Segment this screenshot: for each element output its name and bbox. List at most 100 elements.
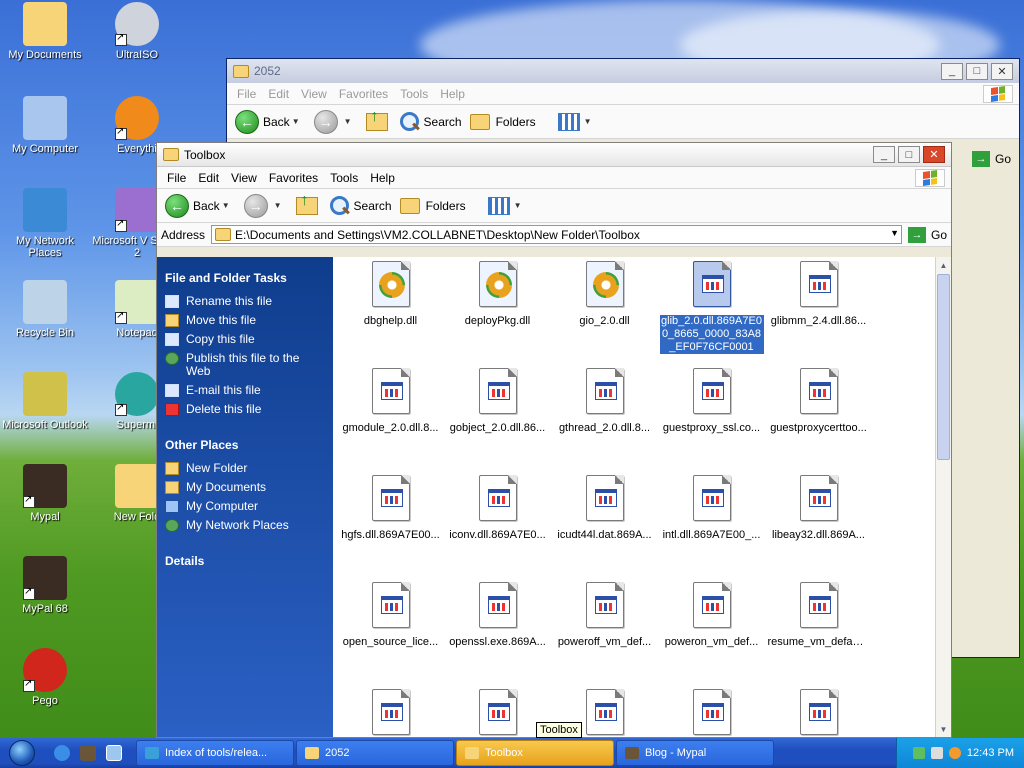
menu-help[interactable]: Help <box>364 171 401 185</box>
other-places-heading[interactable]: Other Places <box>165 438 325 452</box>
desktop-icon[interactable]: Microsoft Outlook <box>0 372 90 431</box>
desktop-icon[interactable]: MyPal 68 <box>0 556 90 615</box>
task-publish[interactable]: Publish this file to the Web <box>165 352 325 378</box>
file-item[interactable] <box>337 689 444 737</box>
desktop-icon[interactable]: Recycle Bin <box>0 280 90 339</box>
go-button[interactable]: → Go <box>971 151 1011 167</box>
file-item[interactable]: iconv.dll.869A7E0... <box>444 475 551 582</box>
file-item[interactable]: gio_2.0.dll <box>551 261 658 368</box>
file-item[interactable]: gmodule_2.0.dll.8... <box>337 368 444 475</box>
task-email[interactable]: E-mail this file <box>165 384 325 397</box>
file-item[interactable]: intl.dll.869A7E00_... <box>658 475 765 582</box>
file-item[interactable] <box>658 689 765 737</box>
tool-tray-icon[interactable] <box>930 747 943 759</box>
file-item[interactable]: open_source_lice... <box>337 582 444 689</box>
close-button[interactable]: ✕ <box>923 146 945 163</box>
desktop-icon[interactable]: UltraISO <box>92 2 182 61</box>
file-item[interactable]: poweron_vm_def... <box>658 582 765 689</box>
taskbar-button[interactable]: Blog - Mypal <box>616 740 774 766</box>
maximize-button[interactable]: □ <box>966 62 988 80</box>
up-folder-icon[interactable] <box>295 192 318 215</box>
taskbar-button[interactable]: 2052 <box>296 740 454 766</box>
views-icon[interactable] <box>487 196 510 215</box>
address-input[interactable]: E:\Documents and Settings\VM2.COLLABNET\… <box>211 225 902 244</box>
chevron-down-icon[interactable]: ▼ <box>890 228 899 238</box>
close-button[interactable]: ✕ <box>991 62 1013 80</box>
desktop-icon[interactable]: Pego <box>0 648 90 707</box>
menu-view[interactable]: View <box>225 171 263 185</box>
menu-edit[interactable]: Edit <box>262 87 295 101</box>
internet-explorer-icon[interactable] <box>54 745 70 761</box>
vertical-scrollbar[interactable]: ▲ ▼ <box>935 257 951 737</box>
menu-file[interactable]: File <box>231 87 262 101</box>
window-titlebar[interactable]: 2052 _ □ ✕ <box>227 59 1019 83</box>
show-desktop-icon[interactable] <box>106 745 122 761</box>
file-folder-tasks-heading[interactable]: File and Folder Tasks <box>165 271 325 285</box>
mypal-icon[interactable] <box>80 745 96 761</box>
task-move[interactable]: Move this file <box>165 314 325 327</box>
scroll-thumb[interactable] <box>937 274 950 460</box>
window-titlebar[interactable]: Toolbox _ □ ✕ <box>157 143 951 167</box>
file-item[interactable]: icudt44l.dat.869A... <box>551 475 658 582</box>
minimize-button[interactable]: _ <box>941 62 963 80</box>
task-delete[interactable]: Delete this file <box>165 403 325 416</box>
file-item[interactable] <box>444 689 551 737</box>
back-button[interactable]: ← Back ▼ <box>165 193 236 218</box>
file-item[interactable]: gobject_2.0.dll.86... <box>444 368 551 475</box>
place-network-places[interactable]: My Network Places <box>165 519 325 532</box>
scroll-down-icon[interactable]: ▼ <box>936 721 951 737</box>
menu-help[interactable]: Help <box>434 87 471 101</box>
file-item[interactable]: gthread_2.0.dll.8... <box>551 368 658 475</box>
file-item[interactable]: guestproxycerttoo... <box>765 368 872 475</box>
scroll-up-icon[interactable]: ▲ <box>936 257 951 273</box>
file-item[interactable]: resume_vm_defaul... <box>765 582 872 689</box>
taskbar-button[interactable]: Index of tools/relea... <box>136 740 294 766</box>
search-button[interactable]: Search <box>398 111 462 133</box>
search-tray-icon[interactable] <box>948 747 961 759</box>
menu-edit[interactable]: Edit <box>192 171 225 185</box>
file-item[interactable]: openssl.exe.869A... <box>444 582 551 689</box>
menu-file[interactable]: File <box>161 171 192 185</box>
desktop-icon[interactable]: Mypal <box>0 464 90 523</box>
up-folder-icon[interactable] <box>365 108 388 131</box>
explorer-window-toolbox[interactable]: Toolbox _ □ ✕ File Edit View Favorites T… <box>156 142 952 738</box>
desktop-icon[interactable]: My Computer <box>0 96 90 155</box>
menu-tools[interactable]: Tools <box>324 171 364 185</box>
publish-web-icon <box>165 352 179 365</box>
search-button[interactable]: Search <box>328 195 392 217</box>
file-item[interactable]: glibmm_2.4.dll.86... <box>765 261 872 368</box>
file-item[interactable]: dbghelp.dll <box>337 261 444 368</box>
maximize-button[interactable]: □ <box>898 146 920 163</box>
menu-view[interactable]: View <box>295 87 333 101</box>
minimize-button[interactable]: _ <box>873 146 895 163</box>
clock[interactable]: 12:43 PM <box>967 747 1014 759</box>
back-button[interactable]: ← Back ▼ <box>235 109 306 134</box>
file-item[interactable]: deployPkg.dll <box>444 261 551 368</box>
start-button[interactable] <box>0 738 44 768</box>
network-tray-icon[interactable] <box>912 747 925 759</box>
place-new-folder[interactable]: New Folder <box>165 462 325 475</box>
file-item[interactable]: libeay32.dll.869A... <box>765 475 872 582</box>
place-my-documents[interactable]: My Documents <box>165 481 325 494</box>
file-item[interactable] <box>765 689 872 737</box>
menu-tools[interactable]: Tools <box>394 87 434 101</box>
taskbar-button[interactable]: Toolbox <box>456 740 614 766</box>
folders-button[interactable]: Folders <box>399 197 466 214</box>
task-copy[interactable]: Copy this file <box>165 333 325 346</box>
details-heading[interactable]: Details <box>165 554 325 568</box>
menu-favorites[interactable]: Favorites <box>263 171 324 185</box>
place-my-computer[interactable]: My Computer <box>165 500 325 513</box>
file-item[interactable]: poweroff_vm_def... <box>551 582 658 689</box>
go-button[interactable]: → Go <box>907 226 947 243</box>
file-item[interactable]: glib_2.0.dll.869A7E00_8665_0000_83A8_EF0… <box>658 261 765 368</box>
task-rename[interactable]: Rename this file <box>165 295 325 308</box>
folders-button[interactable]: Folders <box>469 113 536 130</box>
forward-button[interactable]: → ▼ <box>243 193 288 218</box>
views-icon[interactable] <box>557 112 580 131</box>
forward-button[interactable]: → ▼ <box>313 109 358 134</box>
menu-favorites[interactable]: Favorites <box>333 87 394 101</box>
file-item[interactable]: guestproxy_ssl.co... <box>658 368 765 475</box>
desktop-icon[interactable]: My Network Places <box>0 188 90 259</box>
file-item[interactable]: hgfs.dll.869A7E00... <box>337 475 444 582</box>
desktop-icon[interactable]: My Documents <box>0 2 90 61</box>
